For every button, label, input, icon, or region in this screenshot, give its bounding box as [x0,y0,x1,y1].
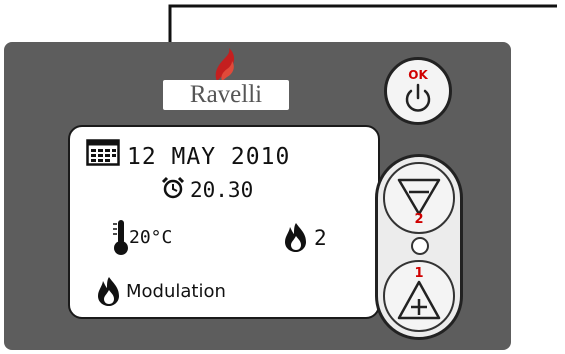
alarm-clock-icon [161,176,185,199]
power-icon [405,83,431,112]
temperature-readout: 20°C [129,227,173,248]
status-flame-icon [98,277,119,306]
minus-number: 2 [414,212,424,227]
stove-control-panel: Ravelli 12 MAY 2010 20.30 20°C 2 Modulat… [0,0,565,354]
ok-label: OK [408,68,428,82]
calendar-icon [86,139,120,166]
minus-button[interactable]: 2 [383,162,455,234]
logo-flame-icon [215,48,235,81]
brand-logo: Ravelli [163,80,289,110]
brand-logo-text: Ravelli [189,81,263,108]
thermometer-icon [113,220,128,255]
date-readout: 12 MAY 2010 [127,144,291,170]
flame-icon [285,223,306,252]
status-readout: Modulation [126,281,226,302]
time-readout: 20.30 [190,178,254,202]
ok-power-button[interactable]: OK [384,57,452,125]
indicator-led [411,237,429,255]
plus-button[interactable]: 1 [383,260,455,332]
power-level-readout: 2 [314,226,327,250]
plus-icon [397,280,441,320]
